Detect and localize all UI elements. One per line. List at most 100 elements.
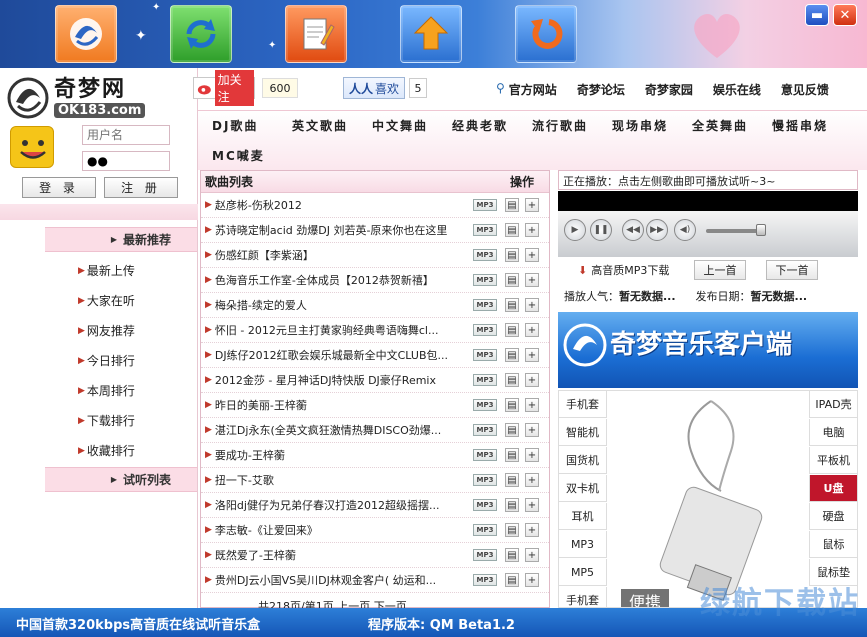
- ad-category[interactable]: 耳机: [559, 503, 607, 530]
- refresh-button[interactable]: [170, 5, 232, 63]
- add-icon[interactable]: +: [525, 248, 539, 262]
- ad-category[interactable]: 平板机: [809, 447, 857, 474]
- rewind-button[interactable]: ◀◀: [622, 219, 644, 241]
- mp3-badge[interactable]: MP3: [473, 549, 497, 561]
- play-song-icon[interactable]: ▤: [505, 273, 519, 287]
- forward-button[interactable]: ▶▶: [646, 219, 668, 241]
- play-song-icon[interactable]: ▤: [505, 398, 519, 412]
- song-row[interactable]: ▶ 苏诗晓定制acid 劲爆DJ 刘若英-原来你也在这里 MP3 ▤ +: [201, 218, 549, 243]
- mp3-badge[interactable]: MP3: [473, 374, 497, 386]
- top-link[interactable]: 娱乐在线: [713, 81, 761, 98]
- close-button[interactable]: ✕: [833, 4, 857, 26]
- top-link[interactable]: 官方网站: [509, 81, 557, 98]
- song-title[interactable]: DJ练仔2012红歌会娱乐城最新全中文CLUB包...: [215, 347, 469, 363]
- mp3-badge[interactable]: MP3: [473, 274, 497, 286]
- add-icon[interactable]: +: [525, 398, 539, 412]
- play-song-icon[interactable]: ▤: [505, 373, 519, 387]
- mp3-badge[interactable]: MP3: [473, 349, 497, 361]
- play-song-icon[interactable]: ▤: [505, 473, 519, 487]
- play-button[interactable]: ▶: [564, 219, 586, 241]
- song-title[interactable]: 既然爱了-王梓蘅: [215, 547, 469, 563]
- play-song-icon[interactable]: ▤: [505, 573, 519, 587]
- play-song-icon[interactable]: ▤: [505, 523, 519, 537]
- prev-song-button[interactable]: 上一首: [694, 260, 746, 280]
- login-button[interactable]: 登 录: [22, 177, 96, 198]
- mp3-badge[interactable]: MP3: [473, 449, 497, 461]
- password-field[interactable]: [82, 151, 170, 171]
- mp3-badge[interactable]: MP3: [473, 399, 497, 411]
- mp3-badge[interactable]: MP3: [473, 224, 497, 236]
- ad-category[interactable]: U盘: [809, 475, 857, 502]
- add-icon[interactable]: +: [525, 273, 539, 287]
- song-row[interactable]: ▶ 色海音乐工作室-全体成员【2012恭贺新禧】 MP3 ▤ +: [201, 268, 549, 293]
- ad-category[interactable]: 硬盘: [809, 503, 857, 530]
- song-title[interactable]: 贵州DJ云小国VS吴川DJ林观金客户( 幼运和...: [215, 572, 469, 588]
- add-icon[interactable]: +: [525, 573, 539, 587]
- add-icon[interactable]: +: [525, 198, 539, 212]
- add-icon[interactable]: +: [525, 498, 539, 512]
- nav-item[interactable]: ▶ 今日排行: [78, 352, 135, 369]
- home-button[interactable]: [55, 5, 117, 63]
- like-button[interactable]: 人人 喜欢: [343, 77, 405, 99]
- genre-tab[interactable]: 现场串烧: [612, 117, 668, 134]
- client-banner[interactable]: 奇梦音乐客户端: [558, 312, 858, 388]
- add-icon[interactable]: +: [525, 373, 539, 387]
- add-icon[interactable]: +: [525, 473, 539, 487]
- song-row[interactable]: ▶ 李志敏-《让爱回来》 MP3 ▤ +: [201, 518, 549, 543]
- play-song-icon[interactable]: ▤: [505, 548, 519, 562]
- add-icon[interactable]: +: [525, 423, 539, 437]
- nav-item[interactable]: ▶ 下载排行: [78, 412, 135, 429]
- add-icon[interactable]: +: [525, 323, 539, 337]
- play-song-icon[interactable]: ▤: [505, 498, 519, 512]
- ad-category[interactable]: 鼠标: [809, 531, 857, 558]
- mp3-badge[interactable]: MP3: [473, 299, 497, 311]
- play-song-icon[interactable]: ▤: [505, 198, 519, 212]
- song-row[interactable]: ▶ 梅朵措-续定的爱人 MP3 ▤ +: [201, 293, 549, 318]
- rotate-button[interactable]: [515, 5, 577, 63]
- register-button[interactable]: 注 册: [104, 177, 178, 198]
- ad-category[interactable]: 国货机: [559, 447, 607, 474]
- add-icon[interactable]: +: [525, 523, 539, 537]
- volume-knob[interactable]: [756, 224, 766, 236]
- mp3-badge[interactable]: MP3: [473, 424, 497, 436]
- ad-category[interactable]: 手机套: [559, 391, 607, 418]
- username-input[interactable]: [82, 125, 170, 145]
- add-icon[interactable]: +: [525, 548, 539, 562]
- play-song-icon[interactable]: ▤: [505, 223, 519, 237]
- mp3-badge[interactable]: MP3: [473, 199, 497, 211]
- add-icon[interactable]: +: [525, 298, 539, 312]
- mp3-badge[interactable]: MP3: [473, 499, 497, 511]
- volume-button[interactable]: ◀): [674, 219, 696, 241]
- genre-tab[interactable]: 经典老歌: [452, 117, 508, 134]
- song-title[interactable]: 苏诗晓定制acid 劲爆DJ 刘若英-原来你也在这里: [215, 222, 469, 238]
- ad-category[interactable]: IPAD壳: [809, 391, 857, 418]
- song-row[interactable]: ▶ 赵彦彬-伤秋2012 MP3 ▤ +: [201, 193, 549, 218]
- top-link[interactable]: 奇梦家园: [645, 81, 693, 98]
- play-song-icon[interactable]: ▤: [505, 248, 519, 262]
- song-title[interactable]: 湛江Dj永东(全英文疯狂激情热舞DISCO劲爆...: [215, 422, 469, 438]
- nav-listen-list[interactable]: ▶ 试听列表: [45, 467, 197, 492]
- song-title[interactable]: 李志敏-《让爱回来》: [215, 522, 469, 538]
- mp3-badge[interactable]: MP3: [473, 524, 497, 536]
- song-row[interactable]: ▶ 2012金莎 - 星月神话DJ特快版 DJ豪仔Remix MP3 ▤ +: [201, 368, 549, 393]
- song-row[interactable]: ▶ 怀旧 - 2012元旦主打黄家驹经典粤语嗨舞cl... MP3 ▤ +: [201, 318, 549, 343]
- next-song-button[interactable]: 下一首: [766, 260, 818, 280]
- song-row[interactable]: ▶ 贵州DJ云小国VS吴川DJ林观金客户( 幼运和... MP3 ▤ +: [201, 568, 549, 593]
- hq-download-link[interactable]: ⬇ 高音质MP3下载: [578, 262, 669, 278]
- play-song-icon[interactable]: ▤: [505, 348, 519, 362]
- genre-tab[interactable]: DJ歌曲: [212, 117, 258, 134]
- song-title[interactable]: 扭一下-艾歌: [215, 472, 469, 488]
- song-row[interactable]: ▶ 既然爱了-王梓蘅 MP3 ▤ +: [201, 543, 549, 568]
- nav-latest-recommend[interactable]: ▶ 最新推荐: [45, 227, 197, 252]
- ad-category[interactable]: MP3: [559, 531, 607, 558]
- minimize-button[interactable]: ▬: [805, 4, 829, 26]
- ad-category[interactable]: MP5: [559, 559, 607, 586]
- ad-category[interactable]: 电脑: [809, 419, 857, 446]
- add-icon[interactable]: +: [525, 348, 539, 362]
- play-song-icon[interactable]: ▤: [505, 423, 519, 437]
- ad-category[interactable]: 智能机: [559, 419, 607, 446]
- song-row[interactable]: ▶ 扭一下-艾歌 MP3 ▤ +: [201, 468, 549, 493]
- nav-item[interactable]: ▶ 大家在听: [78, 292, 135, 309]
- genre-tab[interactable]: 全英舞曲: [692, 117, 748, 134]
- top-link[interactable]: 奇梦论坛: [577, 81, 625, 98]
